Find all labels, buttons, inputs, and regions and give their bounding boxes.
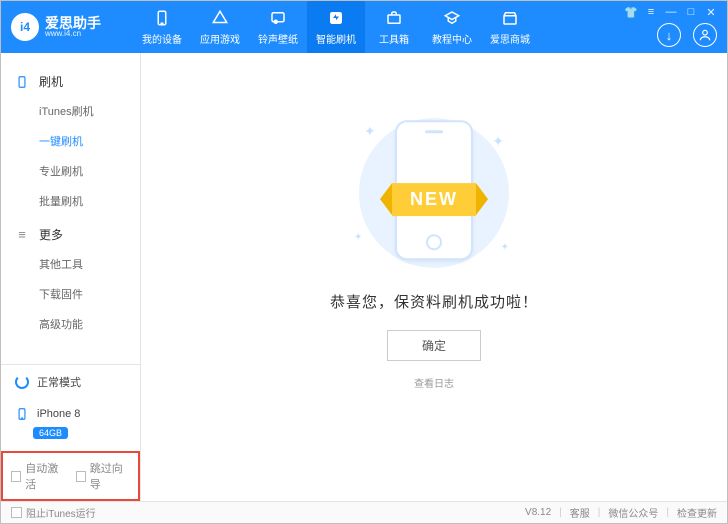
- capacity-badge: 64GB: [33, 427, 68, 439]
- view-log-link[interactable]: 查看日志: [414, 375, 454, 390]
- status-bar: 阻止iTunes运行 V8.12 | 客服 | 微信公众号 | 检查更新: [1, 501, 727, 523]
- confirm-button[interactable]: 确定: [387, 330, 481, 361]
- checkbox-icon: [11, 507, 22, 518]
- sidebar-item-download-firmware[interactable]: 下载固件: [39, 279, 140, 309]
- nav-label: 智能刷机: [316, 31, 356, 46]
- section-title: 更多: [39, 226, 63, 243]
- checkbox-icon: [76, 471, 86, 482]
- footer-link-update[interactable]: 检查更新: [677, 505, 717, 520]
- nav-mall[interactable]: 爱思商城: [481, 1, 539, 53]
- device-icon: [15, 407, 29, 421]
- nav-label: 教程中心: [432, 31, 472, 46]
- app-name: 爱思助手: [45, 16, 101, 30]
- nav-toolbox[interactable]: 工具箱: [365, 1, 423, 53]
- footer-link-support[interactable]: 客服: [570, 505, 590, 520]
- app-logo: i4 爱思助手 www.i4.cn: [11, 13, 133, 41]
- sidebar-item-other-tools[interactable]: 其他工具: [39, 249, 140, 279]
- body: 刷机 iTunes刷机 一键刷机 专业刷机 批量刷机 ≡ 更多 其他工具 下载固…: [1, 53, 727, 501]
- sidebar-item-pro-flash[interactable]: 专业刷机: [39, 156, 140, 186]
- mall-icon: [501, 9, 519, 27]
- nav-label: 铃声壁纸: [258, 31, 298, 46]
- spinner-icon: [15, 375, 29, 389]
- app-url: www.i4.cn: [45, 30, 101, 38]
- checkbox-label: 阻止iTunes运行: [26, 505, 96, 520]
- nav-label: 我的设备: [142, 31, 182, 46]
- auto-activate-checkbox[interactable]: 自动激活: [11, 460, 66, 492]
- nav-label: 应用游戏: [200, 31, 240, 46]
- nav-ringtones[interactable]: 铃声壁纸: [249, 1, 307, 53]
- flash-icon: [327, 9, 345, 27]
- block-itunes-checkbox[interactable]: 阻止iTunes运行: [11, 505, 96, 520]
- app-window: i4 爱思助手 www.i4.cn 我的设备 应用游戏: [0, 0, 728, 524]
- toolbox-icon: [385, 9, 403, 27]
- sidebar-item-advanced[interactable]: 高级功能: [39, 309, 140, 339]
- device-mode-row[interactable]: 正常模式: [1, 365, 140, 399]
- section-title: 刷机: [39, 73, 63, 90]
- hamburger-icon: ≡: [15, 228, 29, 242]
- nav-my-device[interactable]: 我的设备: [133, 1, 191, 53]
- sidebar-section-more[interactable]: ≡ 更多: [1, 220, 140, 249]
- header: i4 爱思助手 www.i4.cn 我的设备 应用游戏: [1, 1, 727, 53]
- checkbox-label: 自动激活: [25, 460, 65, 492]
- maximize-button[interactable]: □: [685, 6, 697, 18]
- apps-icon: [211, 9, 229, 27]
- new-ribbon: NEW: [392, 183, 476, 216]
- version-label: V8.12: [525, 507, 551, 518]
- menu-icon[interactable]: ≡: [645, 6, 657, 18]
- tutorial-icon: [443, 9, 461, 27]
- sidebar-item-batch-flash[interactable]: 批量刷机: [39, 186, 140, 216]
- nav-apps-games[interactable]: 应用游戏: [191, 1, 249, 53]
- shirt-icon[interactable]: 👕: [625, 6, 637, 18]
- device-row[interactable]: iPhone 8: [1, 403, 140, 423]
- main-nav: 我的设备 应用游戏 铃声壁纸 智能刷机: [133, 1, 539, 53]
- nav-label: 工具箱: [379, 31, 409, 46]
- options-row: 自动激活 跳过向导: [1, 451, 140, 501]
- sidebar-item-itunes-flash[interactable]: iTunes刷机: [39, 96, 140, 126]
- device-name: iPhone 8: [37, 408, 80, 420]
- success-message: 恭喜您，保资料刷机成功啦！: [330, 291, 538, 312]
- skip-wizard-checkbox[interactable]: 跳过向导: [76, 460, 131, 492]
- nav-label: 爱思商城: [490, 31, 530, 46]
- nav-tutorials[interactable]: 教程中心: [423, 1, 481, 53]
- window-controls: 👕 ≡ ― □ ✕: [625, 6, 717, 18]
- account-button[interactable]: [693, 23, 717, 47]
- phone-icon: [15, 75, 29, 89]
- ringtone-icon: [269, 9, 287, 27]
- nav-smart-flash[interactable]: 智能刷机: [307, 1, 365, 53]
- close-button[interactable]: ✕: [705, 6, 717, 18]
- sidebar-section-flash[interactable]: 刷机: [1, 67, 140, 96]
- logo-icon: i4: [11, 13, 39, 41]
- device-mode: 正常模式: [37, 374, 81, 390]
- sidebar-item-oneclick-flash[interactable]: 一键刷机: [39, 126, 140, 156]
- footer-link-wechat[interactable]: 微信公众号: [608, 505, 658, 520]
- success-illustration: ✦ ✦ ✦ ✦ NEW: [334, 113, 534, 273]
- sidebar: 刷机 iTunes刷机 一键刷机 专业刷机 批量刷机 ≡ 更多 其他工具 下载固…: [1, 53, 141, 501]
- main-panel: ✦ ✦ ✦ ✦ NEW 恭喜您，保资料刷机成功啦！ 确定 查看日志: [141, 53, 727, 501]
- download-button[interactable]: ↓: [657, 23, 681, 47]
- minimize-button[interactable]: ―: [665, 6, 677, 18]
- checkbox-label: 跳过向导: [90, 460, 130, 492]
- checkbox-icon: [11, 471, 21, 482]
- device-icon: [153, 9, 171, 27]
